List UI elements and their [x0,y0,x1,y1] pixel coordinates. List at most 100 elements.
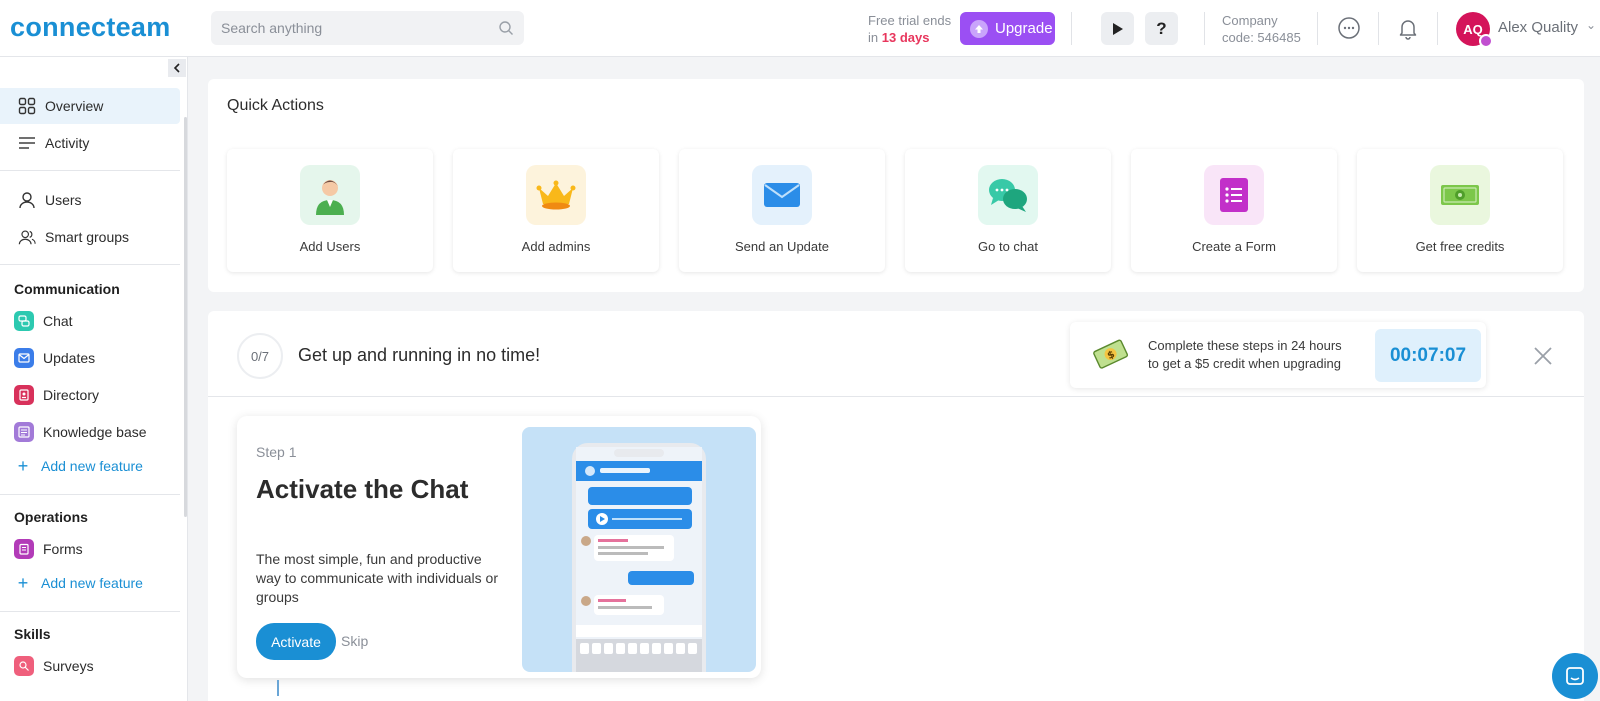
step-title: Activate the Chat [256,474,469,504]
sidebar-item-users[interactable]: Users [0,182,180,218]
sidebar-item-label: Overview [45,98,104,114]
credit-line: to get a $5 credit when upgrading [1148,356,1341,371]
plus-icon: + [17,572,29,593]
section-title-communication: Communication [14,281,120,297]
support-chat-button[interactable] [1552,653,1598,699]
activate-button[interactable]: Activate [256,623,336,660]
step-description: The most simple, fun and productive way … [256,551,498,605]
divider [1204,12,1205,45]
form-icon [1204,165,1264,225]
sidebar: Overview Activity Users Smart groups Com… [0,57,188,701]
add-feature-label: Add new feature [41,458,143,474]
sidebar-item-label: Updates [43,350,96,366]
divider [0,494,180,495]
divider [1378,12,1379,45]
sidebar-item-label: Chat [43,313,73,329]
quick-action-go-to-chat[interactable]: Go to chat [905,149,1111,272]
close-icon[interactable] [1532,345,1554,367]
avatar[interactable]: AQ [1456,12,1493,48]
sidebar-item-label: Activity [45,135,90,151]
user-avatar-icon [300,165,360,225]
getting-started-panel: 0/7 Get up and running in no time! $ Com… [208,311,1584,701]
sidebar-item-knowledge-base[interactable]: Knowledge base [0,414,180,450]
sidebar-item-label: Smart groups [45,229,130,245]
search-input[interactable]: Search anything [211,11,524,45]
forms-feature-icon [14,539,34,559]
trial-days: 13 days [881,30,930,45]
users-icon [18,228,36,246]
quick-action-label: Send an Update [735,239,829,254]
sidebar-item-forms[interactable]: Forms [0,531,180,567]
quick-action-send-update[interactable]: Send an Update [679,149,885,272]
phone-mockup [572,443,706,672]
upgrade-label: Upgrade [995,20,1053,37]
divider [1071,12,1072,45]
quick-action-add-admins[interactable]: Add admins [453,149,659,272]
admin-badge-icon [1479,34,1493,48]
help-button[interactable]: ? [1145,12,1178,45]
play-tutorial-button[interactable] [1101,12,1134,45]
trial-line: Free trial ends [868,13,952,28]
add-new-feature-communication[interactable]: + Add new feature [0,448,180,484]
chat-feature-icon [14,311,34,331]
trial-prefix: in [868,30,879,45]
quick-action-get-free-credits[interactable]: Get free credits [1357,149,1563,272]
knowledge-base-feature-icon [14,422,34,442]
sidebar-item-directory[interactable]: Directory [0,377,180,413]
username[interactable]: Alex Quality [1498,19,1578,36]
chat-launcher-icon [1566,667,1584,685]
sidebar-item-chat[interactable]: Chat [0,303,180,339]
credit-offer-box: $ Complete these steps in 24 hours to ge… [1070,322,1486,388]
credit-offer-text: Complete these steps in 24 hours to get … [1148,337,1342,373]
sidebar-item-activity[interactable]: Activity [0,125,180,161]
chat-preview-illustration [522,427,756,672]
chevron-down-icon[interactable]: ⌄ [1586,18,1596,32]
sidebar-item-label: Directory [43,387,100,403]
connecteam-logo[interactable]: connecteam [10,12,171,43]
getting-started-title: Get up and running in no time! [298,345,541,365]
help-label: ? [1156,18,1167,38]
divider [1437,12,1438,45]
skip-button[interactable]: Skip [341,633,368,649]
quick-action-label: Go to chat [978,239,1038,254]
sidebar-item-updates[interactable]: Updates [0,340,180,376]
bell-icon[interactable] [1396,16,1420,40]
divider [0,264,180,265]
lines-icon [18,134,36,152]
avatar-initials: AQ [1463,21,1483,37]
quick-action-label: Add Users [299,239,361,254]
sidebar-scrollbar[interactable] [184,117,187,517]
section-title-skills: Skills [14,626,51,642]
credit-line: Complete these steps in 24 hours [1148,338,1342,353]
progress-counter: 0/7 [237,333,283,379]
sidebar-item-smart-groups[interactable]: Smart groups [0,219,180,255]
divider [208,396,1584,397]
chat-bubble-icon[interactable] [1337,16,1361,40]
upgrade-button[interactable]: Upgrade [960,12,1055,45]
chevron-left-icon [173,63,180,73]
sidebar-item-overview[interactable]: Overview [0,88,180,124]
collapse-sidebar-button[interactable] [168,59,186,77]
envelope-icon [752,165,812,225]
sidebar-item-surveys[interactable]: Surveys [0,648,180,684]
quick-action-label: Add admins [521,239,591,254]
sidebar-item-label: Forms [43,541,83,557]
quick-actions-panel: Quick Actions Add Users Add admins Send … [208,79,1584,292]
step-connector-line [277,680,279,696]
sidebar-item-label: Users [45,192,82,208]
quick-action-label: Get free credits [1415,239,1505,254]
quick-action-add-users[interactable]: Add Users [227,149,433,272]
quick-action-create-form[interactable]: Create a Form [1131,149,1337,272]
add-new-feature-operations[interactable]: + Add new feature [0,565,180,601]
add-feature-label: Add new feature [41,575,143,591]
money-icon: $ [1093,339,1129,369]
chat-bubbles-icon [978,165,1038,225]
directory-feature-icon [14,385,34,405]
quick-action-label: Create a Form [1192,239,1276,254]
quick-actions-title: Quick Actions [227,97,324,114]
company-info: Company code: 546485 [1222,12,1301,46]
crown-icon [526,165,586,225]
search-icon [499,21,513,35]
divider [1317,12,1318,45]
section-title-operations: Operations [14,509,88,525]
